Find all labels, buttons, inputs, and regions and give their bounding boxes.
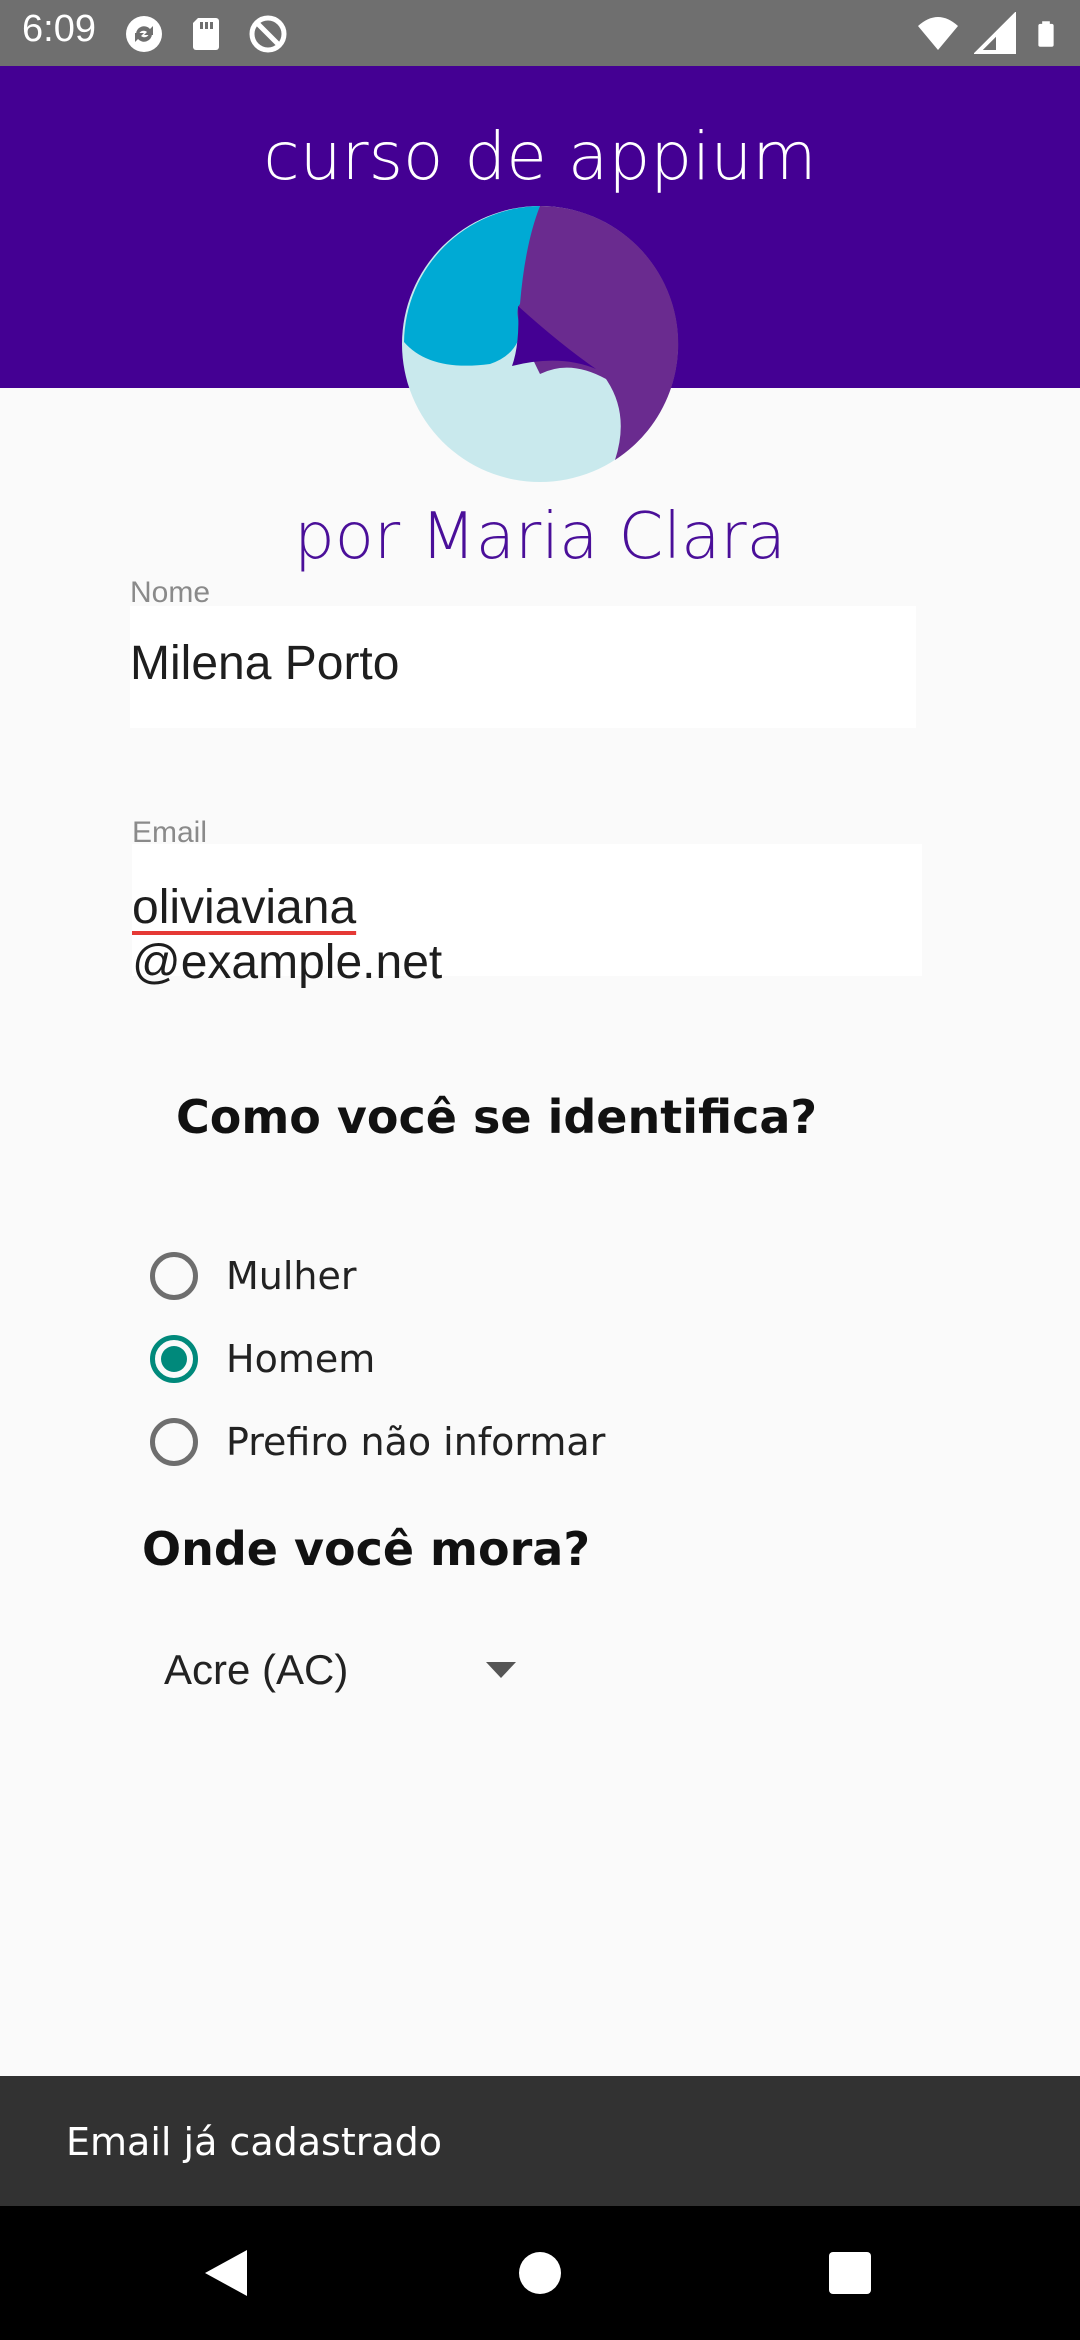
radio-homem-circle[interactable] [150,1335,198,1383]
do-not-disturb-icon [249,15,287,53]
radio-mulher-circle[interactable] [150,1252,198,1300]
location-question: Onde você mora? [142,1522,591,1576]
radio-mulher[interactable]: Mulher [150,1252,357,1300]
battery-icon [1038,21,1054,47]
name-label: Nome [130,576,211,609]
back-icon [205,2250,247,2296]
email-field[interactable]: oliviaviana @example.net [132,844,922,989]
back-button[interactable] [156,2206,296,2340]
status-time: 6:09 [22,8,96,50]
radio-prefiro-nao-informar-circle[interactable] [150,1418,198,1466]
snackbar-message: Email já cadastrado [66,2120,442,2164]
dropdown-arrow-icon [486,1662,516,1678]
radio-prefiro-nao-informar[interactable]: Prefiro não informar [150,1418,605,1466]
email-value-user: oliviaviana [132,881,357,934]
sync-icon [126,16,162,52]
navigation-bar [0,2206,1080,2340]
app-title: curso de appium [263,118,817,195]
recents-button[interactable] [780,2206,920,2340]
status-bar: 6:09 [0,0,1080,66]
signal-icon [974,12,1016,54]
radio-homem-selected-dot [161,1346,187,1372]
recents-icon [829,2252,871,2294]
radio-homem[interactable]: Homem [150,1335,375,1383]
email-value-domain: @example.net [132,936,443,989]
snackbar: Email já cadastrado [0,2076,1080,2206]
wifi-icon [918,17,958,50]
sd-card-icon [193,18,219,50]
status-icons-left [122,12,290,56]
gender-question: Como você se identifica? [176,1090,818,1144]
radio-homem-label: Homem [226,1337,376,1381]
radio-prefiro-nao-informar-label: Prefiro não informar [226,1420,606,1464]
name-field[interactable]: Milena Porto [130,606,916,728]
app-logo [402,205,679,482]
email-value: oliviaviana @example.net [132,844,922,990]
name-value: Milena Porto [130,637,400,690]
state-select-value: Acre (AC) [164,1646,349,1693]
status-icons-right [916,12,1060,56]
radio-mulher-label: Mulher [226,1254,357,1298]
home-icon [519,2252,561,2294]
state-select[interactable]: Acre (AC) [164,1630,524,1710]
subtitle: por Maria Clara [294,500,786,574]
home-button[interactable] [470,2206,610,2340]
